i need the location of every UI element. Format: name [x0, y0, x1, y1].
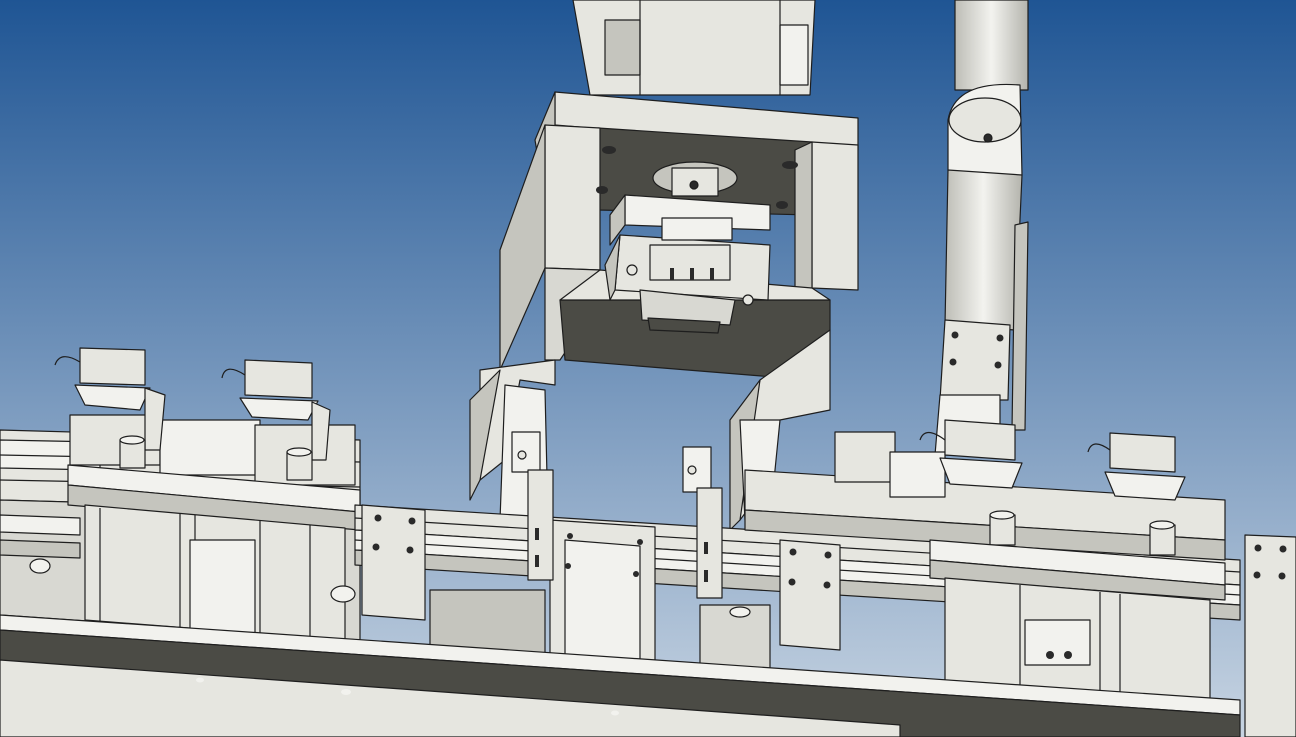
rail-bracket-3: [1244, 534, 1296, 737]
rail-bracket-1: [361, 504, 426, 621]
rail-bracket-2: [779, 539, 841, 651]
cad-viewport[interactable]: [0, 0, 1296, 737]
slider-block-left: [67, 464, 361, 641]
upper-column: [572, 0, 816, 96]
cad-3d-model-view[interactable]: [0, 0, 1296, 737]
